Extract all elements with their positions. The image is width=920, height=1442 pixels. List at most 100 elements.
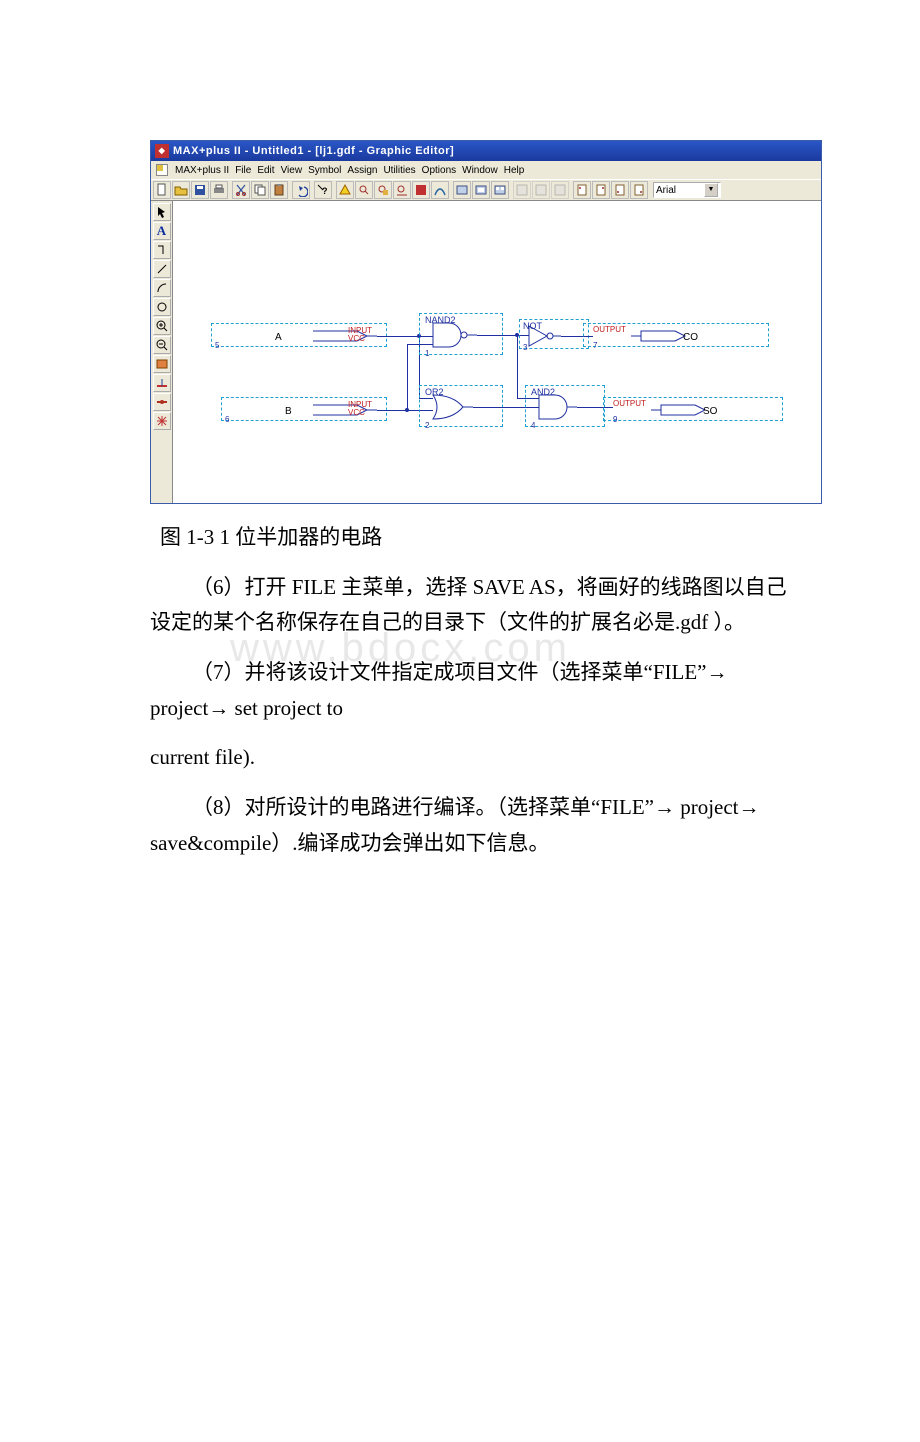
zoom-page2-icon[interactable] [592,181,610,199]
pin-ref: 2 [425,419,429,433]
cut-icon[interactable] [232,181,250,199]
diag-line-icon[interactable] [153,260,171,278]
list1-icon[interactable] [513,181,531,199]
doc-icon [155,163,169,177]
paragraph-7a: （7）并将该设计文件指定成项目文件（选择菜单“FILE”→ project→ s… [150,655,790,726]
menubar: MAX+plus II File Edit View Symbol Assign… [151,161,821,179]
nand2-gate [433,321,503,356]
input-A-sub: VCC [348,335,365,343]
compile-icon[interactable] [412,181,430,199]
menu-edit[interactable]: Edit [257,162,274,179]
replace-icon[interactable] [374,181,392,199]
input-B-sub: VCC [348,409,365,417]
input-B-name: B [285,403,292,420]
output-CO-name: CO [683,329,698,346]
undo-icon[interactable] [292,181,310,199]
menu-help[interactable]: Help [504,162,525,179]
window-titlebar: ◆ MAX+plus II - Untitled1 - [lj1.gdf - G… [151,141,821,161]
output-SO-tag: OUTPUT [613,400,646,408]
pin-ref: 7 [593,339,597,353]
font-select[interactable]: Arial ▼ [653,182,721,198]
wire [407,344,408,410]
zoom-page4-icon[interactable] [630,181,648,199]
separator-icon [289,181,291,199]
wire [407,344,433,345]
select-arrow-icon[interactable] [153,203,171,221]
print-icon[interactable] [210,181,228,199]
figure-caption: 图 1-3 1 位半加器的电路 [160,520,790,556]
window-title: MAX+plus II - Untitled1 - [lj1.gdf - Gra… [173,142,454,161]
document-body: 图 1-3 1 位半加器的电路 （6）打开 FILE 主菜单，选择 SAVE A… [150,520,790,862]
paragraph-8: （8）对所设计的电路进行编译。（选择菜单“FILE”→ project→ sav… [150,790,790,861]
pin-ref: 1 [425,347,429,361]
chevron-down-icon[interactable]: ▼ [704,183,718,197]
menu-file[interactable]: File [235,162,251,179]
warning-icon[interactable] [336,181,354,199]
hierarchy-project-icon[interactable] [491,181,509,199]
maxplus2-window: ◆ MAX+plus II - Untitled1 - [lj1.gdf - G… [150,140,822,504]
menu-window[interactable]: Window [462,162,498,179]
main-toolbar: ? Arial ▼ [151,179,821,201]
find-icon[interactable] [355,181,373,199]
list2-icon[interactable] [532,181,550,199]
pin-ref: 4 [531,419,535,433]
separator-icon [450,181,452,199]
menu-symbol[interactable]: Symbol [308,162,341,179]
menu-maxplus[interactable]: MAX+plus II [175,162,229,179]
menu-options[interactable]: Options [422,162,456,179]
input-A-name: A [275,329,282,346]
side-toolbar: A [151,201,173,503]
search-again-icon[interactable] [393,181,411,199]
separator-icon [510,181,512,199]
separator-icon [311,181,313,199]
circle-icon[interactable] [153,298,171,316]
wire [517,335,518,398]
list3-icon[interactable] [551,181,569,199]
open-file-icon[interactable] [172,181,190,199]
copy-icon[interactable] [251,181,269,199]
text-A-icon[interactable]: A [153,222,171,240]
and2-gate [539,393,599,428]
zoom-in-icon[interactable] [153,317,171,335]
app-screenshot: ◆ MAX+plus II - Untitled1 - [lj1.gdf - G… [150,140,822,504]
zoom-out-icon[interactable] [153,336,171,354]
separator-icon [333,181,335,199]
menu-utilities[interactable]: Utilities [383,162,415,179]
pin-ref: 3 [523,341,527,355]
hierarchy-up-icon[interactable] [453,181,471,199]
font-select-value: Arial [656,182,676,199]
zoom-page1-icon[interactable] [573,181,591,199]
separator-icon [570,181,572,199]
rubberband-icon[interactable] [153,374,171,392]
editor-area: A 5 A INPUT [151,201,821,503]
paragraph-6: （6）打开 FILE 主菜单，选择 SAVE AS，将画好的线路图以自己设定的某… [150,570,790,641]
help-context-icon[interactable]: ? [314,181,332,199]
simulate-icon[interactable] [431,181,449,199]
paragraph-7b: current file). [150,740,790,776]
new-file-icon[interactable] [153,181,171,199]
paste-icon[interactable] [270,181,288,199]
app-sys-icon: ◆ [155,144,169,158]
pin-ref: 5 [215,339,219,353]
zoom-page3-icon[interactable] [611,181,629,199]
ortho-line-icon[interactable] [153,241,171,259]
hierarchy-down-icon[interactable] [472,181,490,199]
menu-view[interactable]: View [281,162,303,179]
schematic-canvas[interactable]: 5 A INPUT VCC NAND2 1 [173,201,821,503]
svg-text:?: ? [322,186,328,196]
arc-icon[interactable] [153,279,171,297]
pin-ref: 6 [225,413,229,427]
not-gate [529,325,589,354]
menu-assign[interactable]: Assign [347,162,377,179]
wire [377,336,419,337]
wire [377,410,407,411]
asterisk-icon[interactable] [153,412,171,430]
output-SO-name: SO [703,403,717,420]
fit-icon[interactable] [153,355,171,373]
save-icon[interactable] [191,181,209,199]
pin-ref: 9 [613,413,617,427]
connect-dot-icon[interactable] [153,393,171,411]
or2-gate [433,393,493,428]
wire [477,335,517,336]
separator-icon [229,181,231,199]
